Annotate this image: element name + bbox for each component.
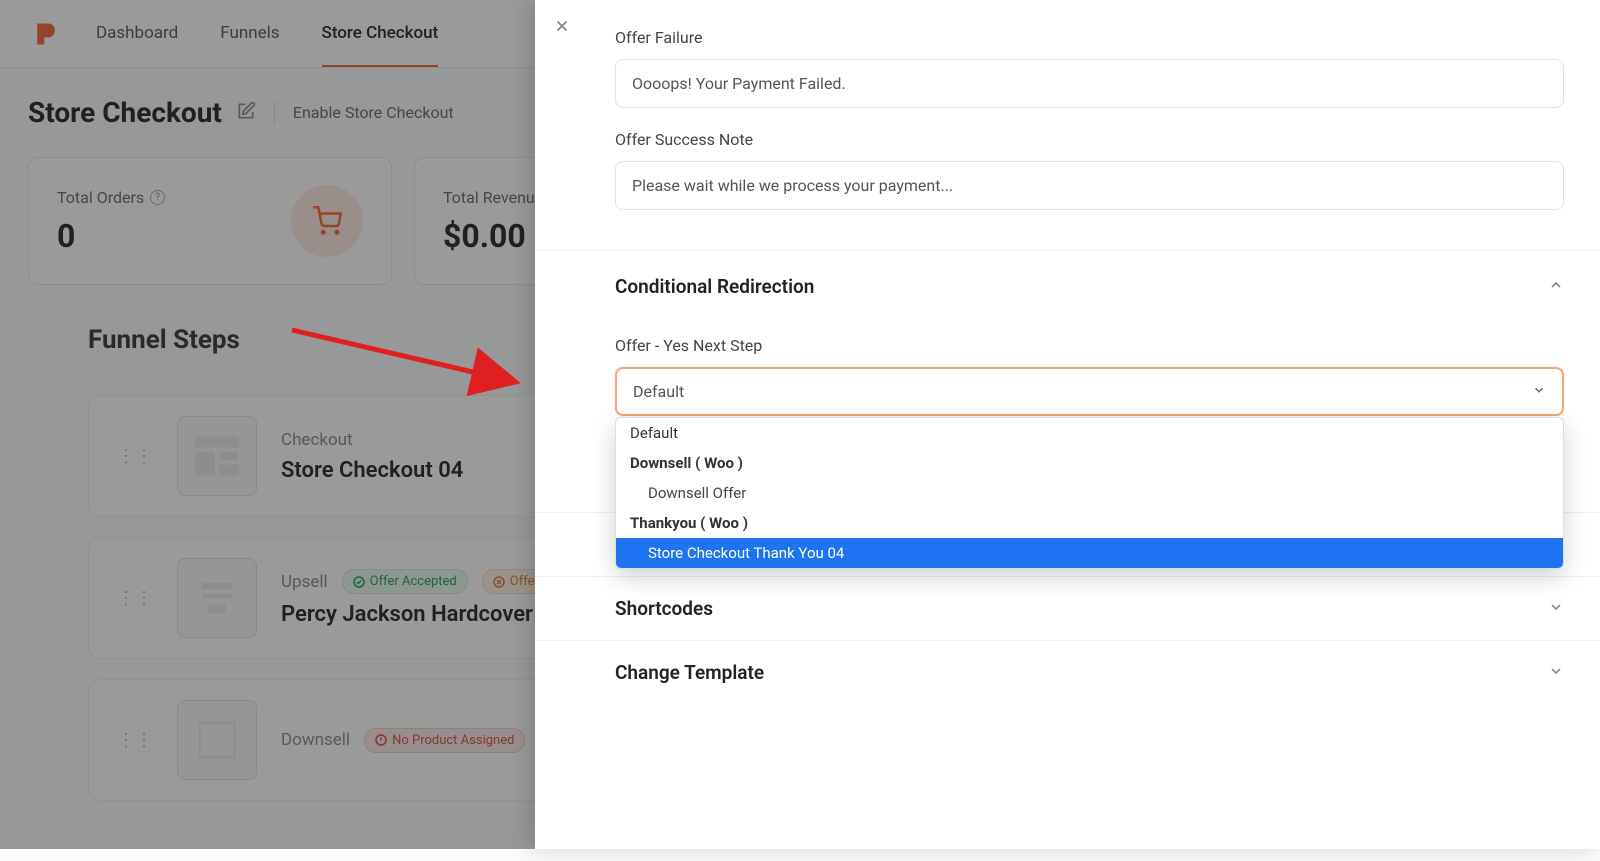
offer-success-input[interactable] <box>615 161 1564 210</box>
option-group-thankyou: Thankyou ( Woo ) <box>616 508 1563 538</box>
offer-failure-input[interactable] <box>615 59 1564 108</box>
offer-yes-label: Offer - Yes Next Step <box>615 336 1564 355</box>
option-group-downsell: Downsell ( Woo ) <box>616 448 1563 478</box>
option-default[interactable]: Default <box>616 418 1563 448</box>
offer-yes-select[interactable]: Default Default Downsell ( Woo ) Downsel… <box>615 367 1564 416</box>
section-shortcodes[interactable]: Shortcodes <box>535 576 1600 640</box>
select-value: Default <box>633 382 684 401</box>
offer-success-label: Offer Success Note <box>615 130 1564 149</box>
chevron-down-icon <box>1532 382 1546 401</box>
section-change-template[interactable]: Change Template <box>535 640 1600 704</box>
chevron-down-icon <box>1548 663 1564 683</box>
settings-panel: Offer Failure Offer Success Note Conditi… <box>535 0 1600 849</box>
offer-failure-label: Offer Failure <box>615 28 1564 47</box>
chevron-down-icon <box>1548 599 1564 619</box>
close-icon[interactable] <box>553 16 571 41</box>
option-store-checkout-thankyou[interactable]: Store Checkout Thank You 04 <box>616 538 1563 568</box>
conditional-redirection-title: Conditional Redirection <box>615 275 814 298</box>
option-downsell-offer[interactable]: Downsell Offer <box>616 478 1563 508</box>
chevron-up-icon[interactable] <box>1548 277 1564 297</box>
select-dropdown: Default Downsell ( Woo ) Downsell Offer … <box>615 417 1564 569</box>
